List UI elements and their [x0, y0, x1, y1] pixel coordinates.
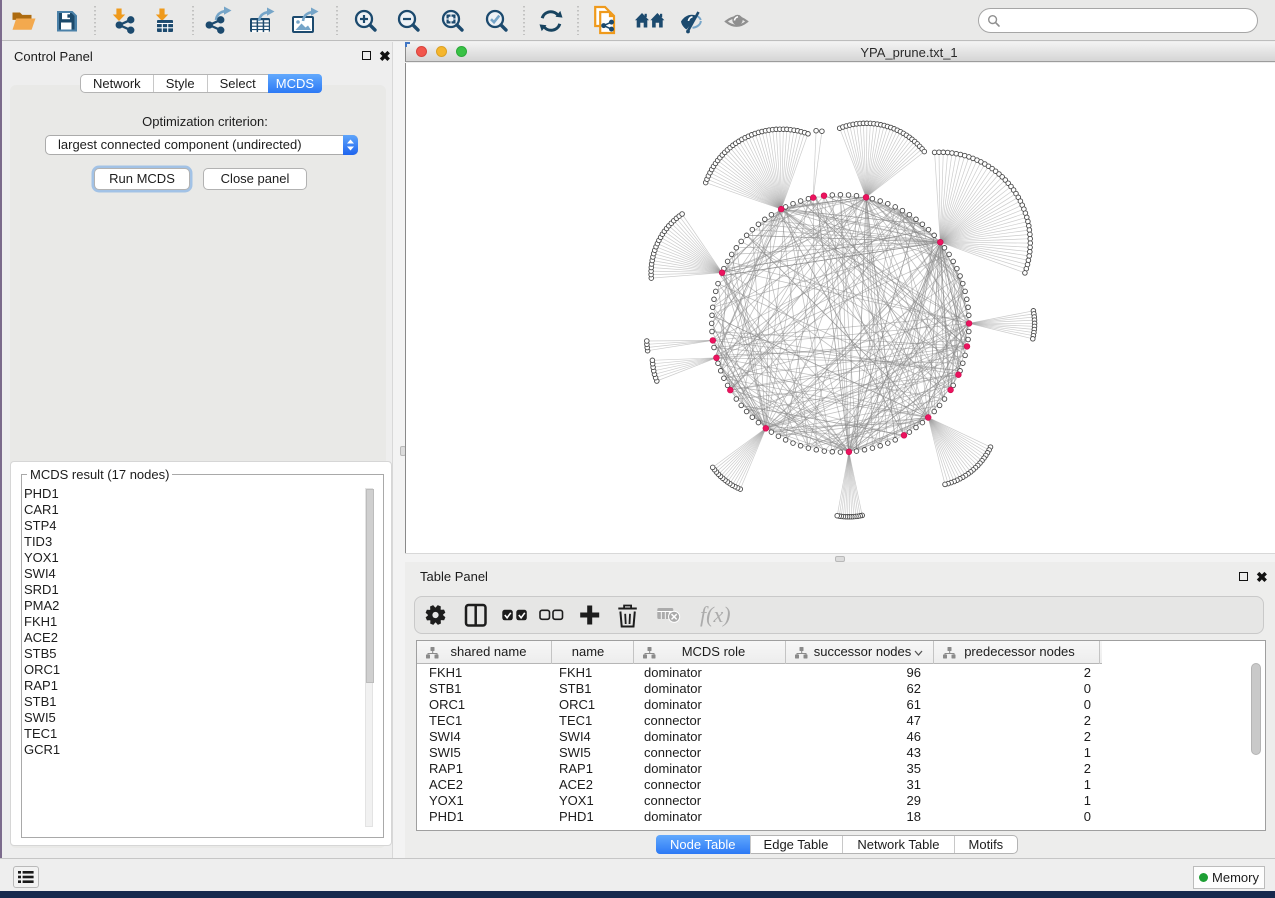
- svg-text:f(x): f(x): [700, 602, 731, 627]
